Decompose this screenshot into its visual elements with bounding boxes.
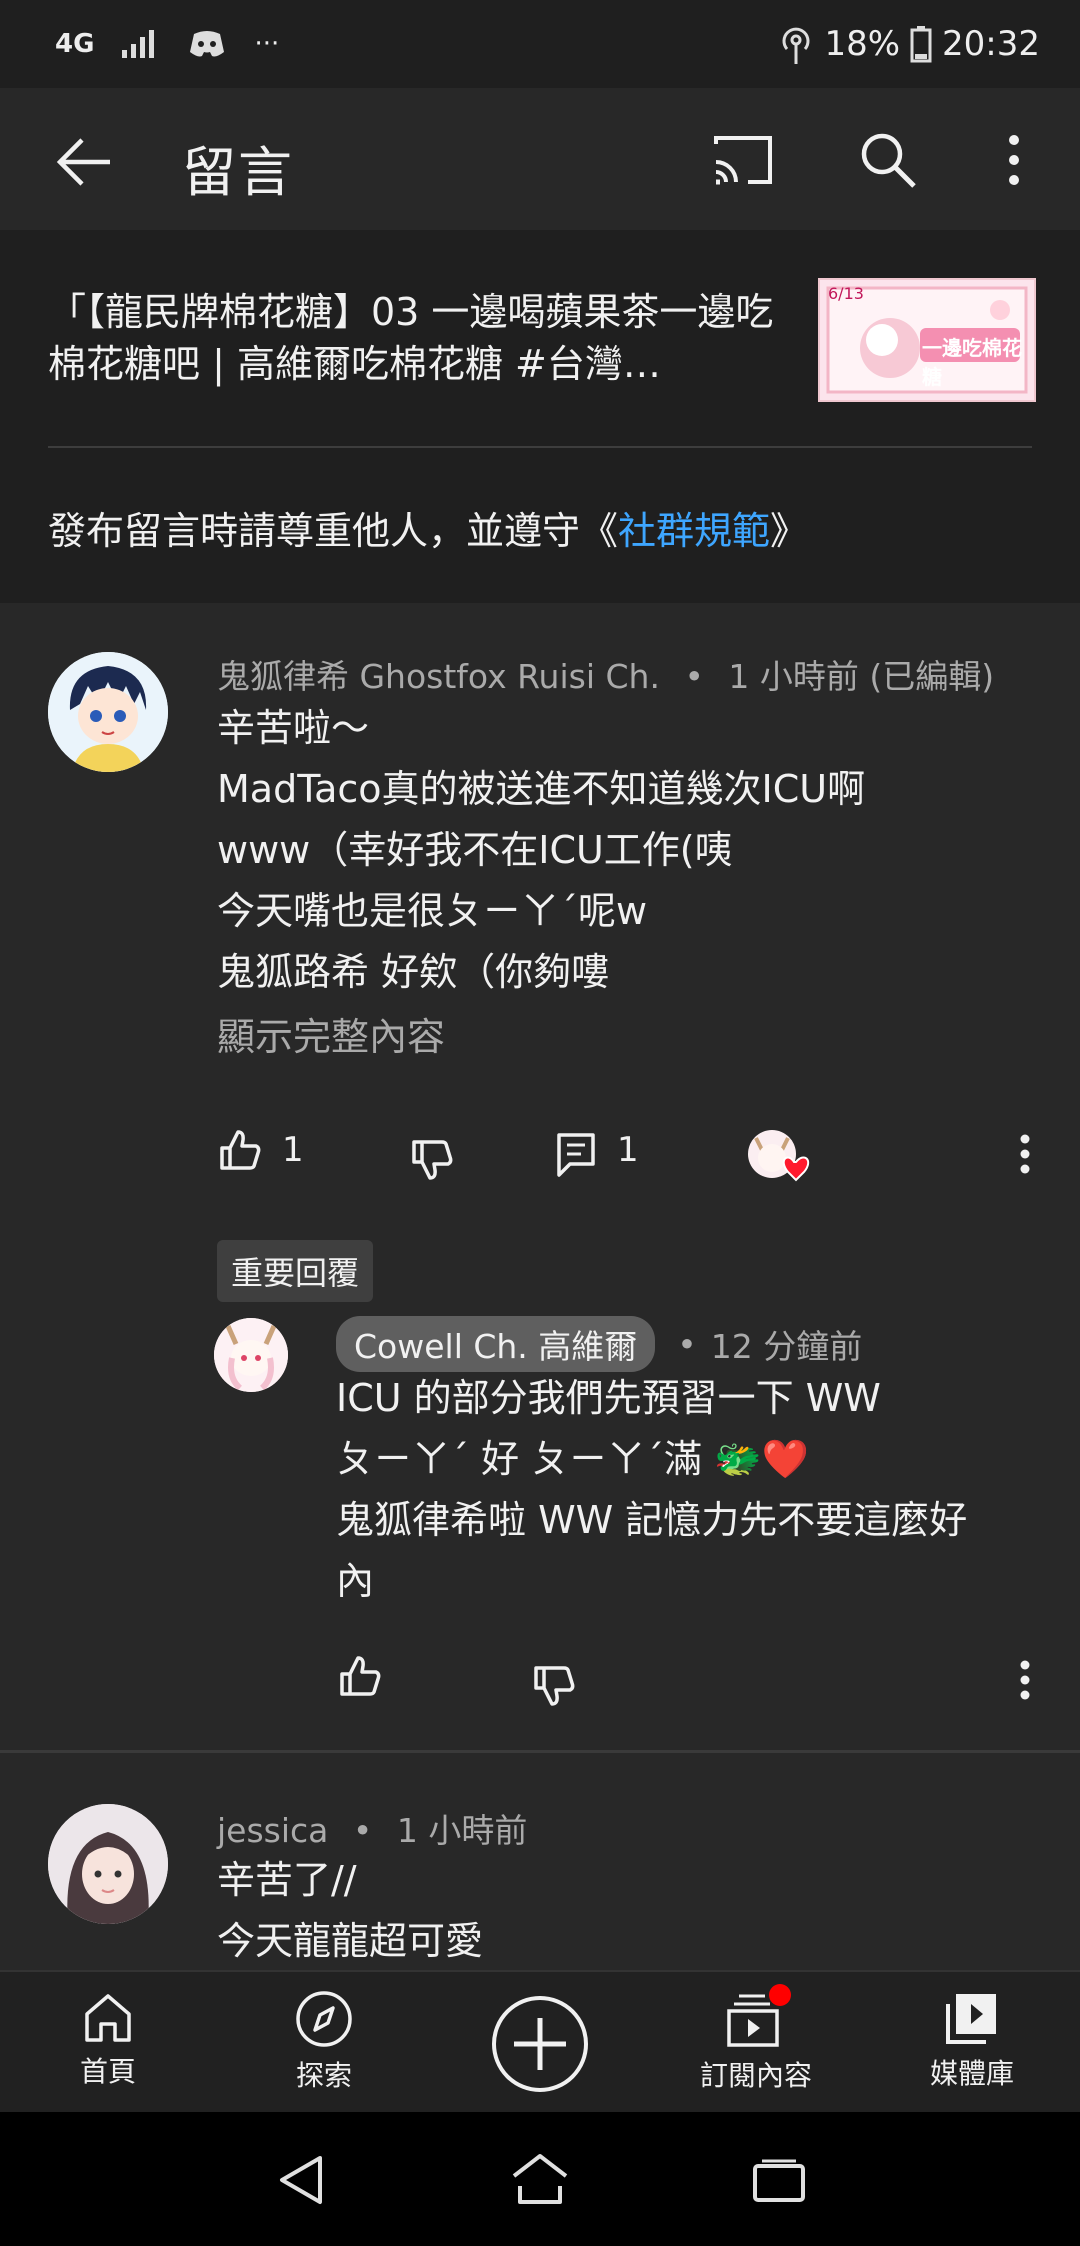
comment-body: 辛苦啦～ MadTaco真的被送進不知道幾次ICU啊 www（幸好我不在ICU工… xyxy=(217,698,1037,1003)
reply-line: 鬼狐律希啦 WW 記憶力先不要這麼好 xyxy=(336,1498,968,1542)
nav-label: 探索 xyxy=(295,2059,352,2092)
system-back-icon[interactable] xyxy=(276,2154,326,2206)
comment-time: 1 小時前 xyxy=(396,1811,528,1850)
reply-body: ICU 的部分我們先預習一下 WW ㄆㄧㄚˊ 好 ㄆㄧㄚˊ滿 🐲❤️ 鬼狐律希啦… xyxy=(336,1368,1036,1612)
show-more-link[interactable]: 顯示完整內容 xyxy=(217,1006,445,1061)
video-title[interactable]: 「【龍民牌棉花糖】03 一邊喝蘋果茶一邊吃棉花糖吧 | 高維爾吃棉花糖 #台灣… xyxy=(48,286,798,390)
comment-more-icon[interactable] xyxy=(1016,1134,1034,1174)
status-bar-left: 4G ··· xyxy=(55,22,279,66)
comment-line: www（幸好我不在ICU工作(咦 xyxy=(217,828,733,872)
community-guidelines-link[interactable]: 社群規範 xyxy=(618,509,770,553)
explore-icon xyxy=(295,1990,353,2048)
thumb-date: 6/13 xyxy=(828,284,864,303)
reply-meta: Cowell Ch. 高維爾 • 12 分鐘前 xyxy=(336,1316,862,1372)
hotspot-icon xyxy=(778,22,814,66)
dislike-button[interactable] xyxy=(410,1138,454,1182)
creator-heart-icon xyxy=(746,1128,812,1190)
nav-explore[interactable]: 探索 xyxy=(244,1990,404,2094)
reply-time: 12 分鐘前 xyxy=(710,1327,863,1366)
page-title: 留言 xyxy=(182,141,294,204)
comment-line: 今天龍龍超可愛 xyxy=(217,1919,484,1963)
comment-line: 今天嘴也是很ㄆㄧㄚˊ呢w xyxy=(217,889,648,933)
library-icon xyxy=(944,1990,1000,2046)
comment-body: 辛苦了// 今天龍龍超可愛 xyxy=(217,1850,1037,1972)
comment-separator xyxy=(0,1750,1080,1753)
meta-dot: • xyxy=(684,657,704,696)
nav-label: 訂閱內容 xyxy=(699,2059,812,2092)
comment-author[interactable]: jessica xyxy=(217,1811,328,1850)
status-more: ··· xyxy=(254,29,280,59)
pinned-reply-badge: 重要回覆 xyxy=(217,1240,374,1302)
cast-icon[interactable] xyxy=(712,132,776,188)
comment-line: 辛苦了// xyxy=(217,1858,357,1902)
avatar[interactable] xyxy=(48,1804,168,1924)
create-button[interactable] xyxy=(490,1994,590,2094)
meta-dot: • xyxy=(352,1811,373,1850)
nav-label: 媒體庫 xyxy=(929,2057,1014,2090)
search-icon[interactable] xyxy=(858,130,918,190)
notification-dot xyxy=(769,1984,791,2006)
like-button[interactable] xyxy=(218,1128,262,1172)
guidelines-prefix: 發布留言時請尊重他人，並遵守《 xyxy=(48,509,619,553)
battery-percent: 18% xyxy=(824,24,901,64)
comment-line: 鬼狐路希 好欸（你夠嘍 xyxy=(217,950,610,994)
subscriptions-icon xyxy=(725,1984,791,2048)
nav-library[interactable]: 媒體庫 xyxy=(892,1990,1052,2092)
reply-more-icon[interactable] xyxy=(1016,1660,1034,1700)
nav-home[interactable]: 首頁 xyxy=(28,1990,188,2090)
meta-dot: • xyxy=(677,1324,697,1364)
home-icon xyxy=(81,1990,135,2044)
avatar[interactable] xyxy=(48,652,168,772)
comment-meta: jessica • 1 小時前 xyxy=(217,1804,527,1852)
reply-like-button[interactable] xyxy=(338,1654,382,1698)
reply-button[interactable] xyxy=(556,1132,596,1178)
nav-subscriptions[interactable]: 訂閱內容 xyxy=(676,1984,836,2094)
thumb-caption: 一邊吃棉花糖 xyxy=(922,336,1022,389)
more-vert-icon[interactable] xyxy=(1000,134,1028,186)
reply-line: 內 xyxy=(336,1559,375,1603)
system-home-icon[interactable] xyxy=(510,2152,570,2206)
reply-author-chip[interactable]: Cowell Ch. 高維爾 xyxy=(336,1316,656,1372)
reply-avatar[interactable] xyxy=(214,1318,288,1392)
app-bar xyxy=(0,88,1080,230)
comment-line: MadTaco真的被送進不知道幾次ICU啊 xyxy=(217,767,866,811)
comment-line: 辛苦啦～ xyxy=(217,706,370,750)
reply-line: ICU 的部分我們先預習一下 WW xyxy=(336,1376,881,1420)
status-bar-right: 18% 20:32 xyxy=(778,20,1040,68)
reply-count: 1 xyxy=(617,1130,639,1170)
guidelines-text: 發布留言時請尊重他人，並遵守《社群規範》 xyxy=(48,500,808,555)
nav-label: 首頁 xyxy=(79,2055,136,2088)
reply-dislike-button[interactable] xyxy=(532,1664,576,1708)
battery-icon xyxy=(910,25,932,63)
system-recents-icon[interactable] xyxy=(752,2158,806,2204)
comment-author[interactable]: 鬼狐律希 Ghostfox Ruisi Ch. xyxy=(217,657,660,696)
guidelines-suffix: 》 xyxy=(770,509,809,553)
network-type: 4G xyxy=(55,29,95,59)
clock: 20:32 xyxy=(942,24,1040,64)
comment-meta: 鬼狐律希 Ghostfox Ruisi Ch. • 1 小時前 (已編輯) xyxy=(217,650,994,698)
comment-time: 1 小時前 (已編輯) xyxy=(728,657,995,696)
like-count: 1 xyxy=(282,1130,304,1170)
discord-icon xyxy=(186,28,228,60)
reply-line: ㄆㄧㄚˊ 好 ㄆㄧㄚˊ滿 🐲❤️ xyxy=(336,1437,809,1481)
add-icon xyxy=(490,1994,590,2094)
back-arrow-icon[interactable] xyxy=(54,134,114,190)
signal-icon xyxy=(120,28,160,60)
video-thumbnail[interactable]: 6/13 一邊吃棉花糖 xyxy=(818,278,1036,402)
